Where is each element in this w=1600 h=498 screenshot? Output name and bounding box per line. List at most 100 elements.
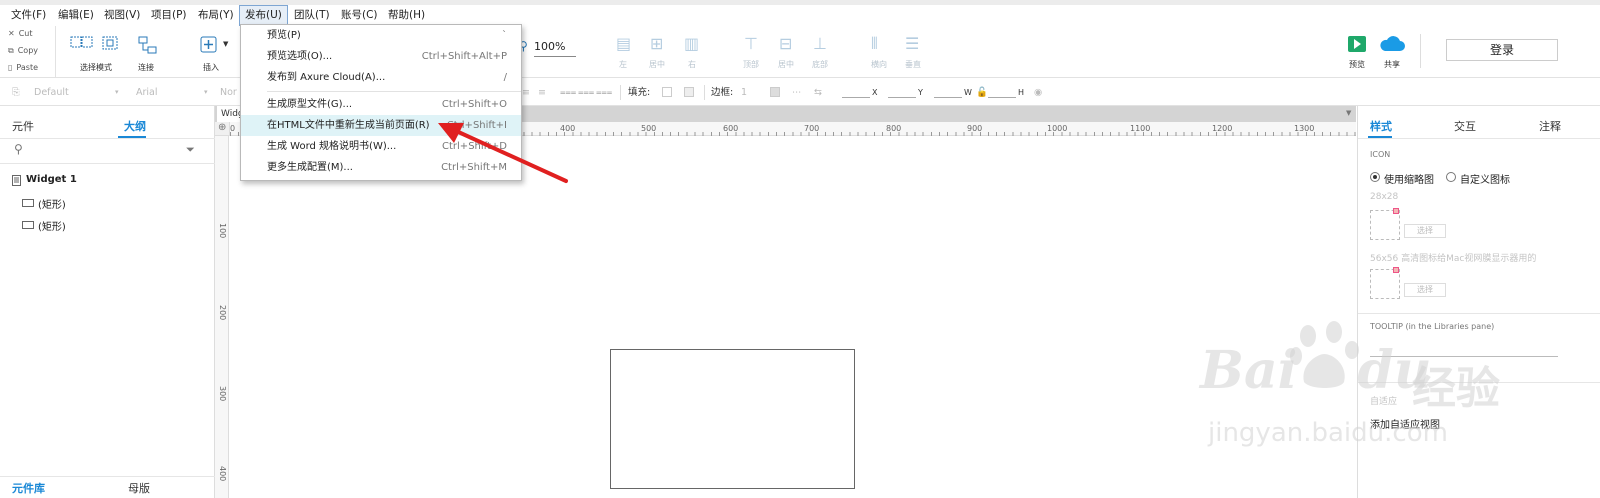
shortcut: /	[503, 72, 507, 83]
text-list-icon[interactable]: ⩶	[560, 79, 576, 106]
rectangle-icon	[22, 199, 34, 207]
x-input[interactable]	[842, 97, 870, 98]
menu-publish[interactable]: 发布(U)	[239, 5, 288, 26]
divider	[704, 85, 705, 100]
ruler-origin-icon: ⊕	[218, 122, 227, 133]
rectangle-icon	[22, 221, 34, 229]
text-indent-icon[interactable]: ⩶	[596, 79, 612, 106]
font-select[interactable]: Arial	[136, 79, 158, 106]
login-button[interactable]: 登录	[1446, 39, 1558, 61]
tab-notes[interactable]: 注释	[1539, 118, 1561, 134]
shortcut: Ctrl+Shift+O	[441, 99, 507, 110]
tab-style[interactable]: 样式	[1370, 118, 1392, 134]
w-label: W	[964, 88, 972, 97]
menu-item-preview[interactable]: 预览(P) `	[241, 25, 521, 46]
zoom-level[interactable]: 100%	[534, 40, 565, 53]
icon-heading: ICON	[1370, 150, 1391, 159]
align-right-label: 右	[688, 60, 696, 69]
tree-item-rect-2[interactable]: (矩形)	[22, 217, 192, 233]
menu-team[interactable]: 团队(T)	[289, 5, 335, 26]
select-intersect-icon	[70, 36, 93, 48]
chevron-down-icon[interactable]: ▼	[1346, 109, 1351, 117]
align-middle-icon[interactable]: ⊟	[779, 36, 792, 52]
select-28-button[interactable]: 选择	[1404, 224, 1446, 238]
menu-item-publish-cloud[interactable]: 发布到 Axure Cloud(A)... /	[241, 67, 521, 88]
divider	[1358, 138, 1600, 139]
copy-icon: ⧉	[8, 46, 14, 55]
radio-thumbnail[interactable]	[1370, 172, 1380, 182]
menu-item-preview-options[interactable]: 预览选项(O)... Ctrl+Shift+Alt+P	[241, 46, 521, 67]
menu-edit[interactable]: 编辑(E)	[53, 5, 99, 26]
align-left-icon[interactable]: ▤	[616, 36, 631, 52]
border-style-icon[interactable]: ⋯	[792, 79, 802, 106]
ruler-tick-label: 100	[218, 223, 227, 239]
canvas-rectangle-widget[interactable]	[610, 349, 855, 489]
visibility-icon[interactable]: ◉	[1034, 79, 1042, 106]
shortcut: Ctrl+Shift+Alt+P	[421, 51, 507, 62]
icon-28-placeholder[interactable]	[1370, 208, 1400, 240]
icon-56-placeholder[interactable]	[1370, 267, 1400, 299]
tree-item-root-label: Widget 1	[26, 174, 77, 185]
tooltip-heading: TOOLTIP (in the Libraries pane)	[1370, 322, 1495, 331]
cut-icon: ✕	[8, 29, 15, 38]
menu-help[interactable]: 帮助(H)	[383, 5, 430, 26]
y-input[interactable]	[888, 97, 916, 98]
share-label: 共享	[1384, 60, 1400, 69]
watermark-cn: 经验	[1412, 363, 1500, 414]
tree-item-root[interactable]: Widget 1	[10, 173, 200, 189]
size-28-label: 28x28	[1370, 192, 1399, 202]
search-icon[interactable]: ⚲	[14, 142, 23, 156]
w-input[interactable]	[934, 97, 962, 98]
distribute-horizontal-icon[interactable]: ⫴	[871, 36, 878, 52]
align-top-icon[interactable]: ⊤	[744, 36, 758, 52]
style-select[interactable]: Default	[34, 79, 69, 106]
tree-item-rect-1[interactable]: (矩形)	[22, 195, 192, 211]
fill-color-swatch[interactable]	[662, 87, 672, 97]
text-align-left-icon[interactable]: ≡	[522, 79, 530, 106]
copy-button[interactable]: ⧉ Copy	[8, 44, 38, 58]
radio-custom-icon[interactable]	[1446, 172, 1456, 182]
border-arrow-icon[interactable]: ⇆	[814, 79, 822, 106]
font-weight-select[interactable]: Nor	[220, 79, 237, 106]
menu-file[interactable]: 文件(F)	[6, 5, 51, 26]
menu-view[interactable]: 视图(V)	[99, 5, 145, 26]
connect-icon	[138, 36, 157, 54]
select-mode-button[interactable]: 选择模式	[68, 34, 128, 74]
paste-button[interactable]: ▯ Paste	[8, 61, 38, 75]
menu-account[interactable]: 账号(C)	[336, 5, 383, 26]
cut-button[interactable]: ✕ Cut	[8, 27, 33, 41]
tree-item-label: (矩形)	[38, 222, 66, 233]
h-input[interactable]	[988, 97, 1016, 98]
text-spacing-icon[interactable]: ⩶	[578, 79, 594, 106]
menu-separator	[267, 91, 521, 92]
tab-libraries[interactable]: 元件库	[12, 480, 45, 496]
select-mode-label: 选择模式	[80, 63, 112, 72]
tab-outline[interactable]: 大纲	[124, 118, 146, 134]
border-width-input[interactable]: 1	[741, 79, 747, 106]
distribute-vertical-icon[interactable]: ☰	[905, 36, 919, 52]
select-56-button[interactable]: 选择	[1404, 283, 1446, 297]
tab-interaction[interactable]: 交互	[1454, 118, 1476, 134]
align-right-icon[interactable]: ▥	[684, 36, 699, 52]
connect-button[interactable]: 连接	[136, 34, 160, 74]
menu-item-generate-prototype[interactable]: 生成原型文件(G)... Ctrl+Shift+O	[241, 94, 521, 115]
tab-masters[interactable]: 母版	[128, 480, 150, 496]
cloud-icon[interactable]	[1378, 35, 1406, 53]
connect-label: 连接	[138, 63, 154, 72]
align-center-label: 居中	[649, 60, 665, 69]
border-color-swatch[interactable]	[770, 87, 780, 97]
filter-icon[interactable]: ⏷	[186, 143, 195, 157]
tab-widgets[interactable]: 元件	[12, 118, 34, 134]
preview-button[interactable]	[1348, 36, 1366, 52]
ruler-tick-label: 400	[218, 466, 227, 482]
design-canvas[interactable]	[230, 137, 1356, 498]
insert-button[interactable]: ▼ 插入	[198, 34, 232, 74]
align-center-icon[interactable]: ⊞	[650, 36, 663, 52]
lock-icon[interactable]: 🔓	[976, 79, 988, 106]
fill-shadow-swatch[interactable]	[684, 87, 694, 97]
shortcut: `	[502, 30, 507, 41]
menu-project[interactable]: 项目(P)	[146, 5, 192, 26]
text-align-center-icon[interactable]: ≡	[538, 79, 546, 106]
menu-layout[interactable]: 布局(Y)	[193, 5, 239, 26]
align-bottom-icon[interactable]: ⊥	[813, 36, 827, 52]
